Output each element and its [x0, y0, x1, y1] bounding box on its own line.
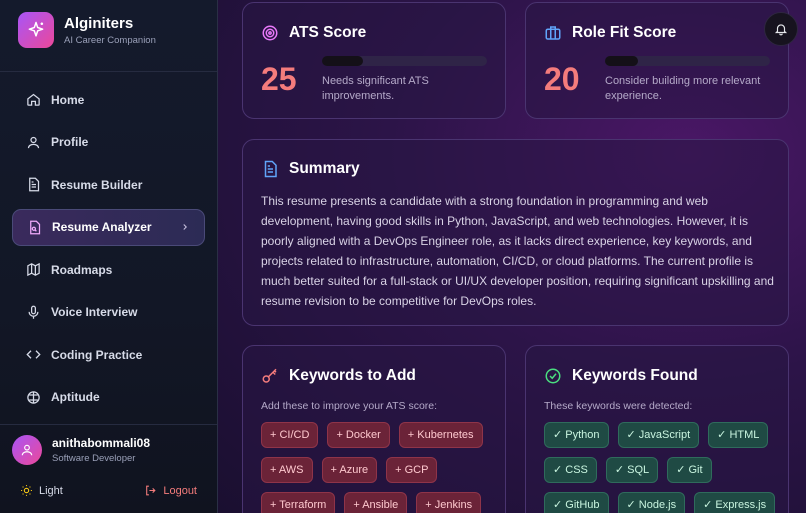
role-fit-progress-bar — [605, 56, 770, 66]
key-icon — [262, 368, 277, 383]
keyword-chip: ✓ Node.js — [617, 492, 686, 513]
sidebar-item-resume-analyzer[interactable]: Resume Analyzer — [12, 208, 205, 246]
briefcase-icon — [545, 26, 561, 40]
ats-progress-fill — [322, 56, 364, 66]
user-icon — [25, 134, 41, 150]
theme-toggle-button[interactable]: Light — [20, 484, 63, 497]
logout-button[interactable]: Logout — [144, 484, 197, 497]
sidebar: Alginiters AI Career Companion Home Prof… — [0, 0, 218, 513]
card-title: Role Fit Score — [544, 24, 676, 42]
sidebar-item-label: Roadmaps — [51, 262, 113, 277]
brain-icon — [25, 389, 41, 405]
target-icon — [262, 25, 278, 41]
brand[interactable]: Alginiters AI Career Companion — [18, 12, 156, 48]
ats-score-card: ATS Score 25 Needs significant ATS impro… — [242, 2, 506, 119]
sparkles-icon — [18, 12, 54, 48]
sidebar-item-label: Coding Practice — [51, 347, 143, 362]
keywords-to-add-card: Keywords to Add Add these to improve you… — [242, 345, 506, 513]
sidebar-item-coding-practice[interactable]: Coding Practice — [12, 336, 205, 373]
map-icon — [25, 262, 41, 278]
keyword-chip[interactable]: + Docker — [327, 422, 390, 448]
keywords-found-card: Keywords Found These keywords were detec… — [525, 345, 789, 513]
keyword-chip: ✓ HTML — [708, 422, 769, 448]
ats-progress-bar — [322, 56, 487, 66]
ats-score-value: 25 — [261, 61, 297, 97]
card-title: Keywords to Add — [261, 367, 416, 385]
keywords-add-title: Keywords to Add — [289, 367, 416, 384]
sidebar-item-profile[interactable]: Profile — [12, 124, 205, 161]
role-fit-description: Consider building more relevant experien… — [605, 75, 761, 102]
file-search-icon — [26, 219, 42, 235]
sidebar-item-aptitude[interactable]: Aptitude — [12, 379, 205, 416]
keyword-chip[interactable]: + Terraform — [261, 492, 336, 513]
document-icon — [25, 177, 41, 193]
keyword-chip: ✓ Git — [667, 457, 712, 483]
theme-label: Light — [39, 484, 63, 497]
sidebar-nav: Home Profile Resume Builder Resume Analy… — [12, 81, 205, 421]
sidebar-item-resume-builder[interactable]: Resume Builder — [12, 166, 205, 203]
keyword-chip: ✓ CSS — [544, 457, 597, 483]
card-title: ATS Score — [261, 24, 366, 42]
brand-subtitle: AI Career Companion — [64, 34, 156, 46]
keyword-chip[interactable]: + GCP — [386, 457, 438, 483]
keyword-chip[interactable]: + AWS — [261, 457, 313, 483]
keyword-chip[interactable]: + CI/CD — [261, 422, 319, 448]
keyword-chip[interactable]: + Jenkins — [416, 492, 482, 513]
keywords-found-list: ✓ Python ✓ JavaScript ✓ HTML ✓ CSS ✓ SQL… — [544, 422, 779, 513]
home-icon — [25, 92, 41, 108]
divider — [0, 424, 217, 425]
keyword-chip: ✓ SQL — [605, 457, 659, 483]
role-fit-progress-fill — [605, 56, 638, 66]
keyword-chip[interactable]: + Ansible — [344, 492, 408, 513]
microphone-icon — [25, 304, 41, 320]
ats-title: ATS Score — [289, 24, 367, 41]
document-icon — [264, 160, 277, 178]
sidebar-footer: Light Logout — [20, 484, 197, 497]
sidebar-item-label: Voice Interview — [51, 305, 138, 319]
keyword-chip[interactable]: + Azure — [321, 457, 378, 483]
keyword-chip: ✓ JavaScript — [617, 422, 700, 448]
check-circle-icon — [545, 368, 561, 384]
chevron-right-icon — [180, 221, 190, 236]
ats-description: Needs significant ATS improvements. — [322, 75, 429, 102]
summary-title: Summary — [289, 160, 360, 177]
brand-name: Alginiters — [64, 14, 134, 32]
keyword-chip: ✓ GitHub — [544, 492, 609, 513]
card-title: Keywords Found — [544, 367, 698, 385]
sidebar-item-label: Profile — [51, 135, 89, 149]
sun-icon — [21, 485, 32, 496]
keywords-found-title: Keywords Found — [572, 367, 698, 384]
role-fit-title: Role Fit Score — [572, 24, 677, 41]
summary-card: Summary This resume presents a candidate… — [242, 139, 789, 326]
sidebar-item-roadmaps[interactable]: Roadmaps — [12, 251, 205, 288]
sidebar-item-voice-interview[interactable]: Voice Interview — [12, 294, 205, 331]
main-content: ATS Score 25 Needs significant ATS impro… — [218, 0, 806, 513]
keywords-add-subtitle: Add these to improve your ATS score: — [261, 400, 438, 412]
keyword-chip: ✓ Python — [544, 422, 609, 448]
avatar — [12, 435, 42, 465]
role-fit-score-card: Role Fit Score 20 Consider building more… — [525, 2, 789, 119]
role-fit-score-value: 20 — [544, 61, 580, 97]
sidebar-item-label: Resume Analyzer — [52, 220, 152, 234]
divider — [0, 71, 217, 72]
logout-label: Logout — [163, 484, 197, 497]
keyword-chip: ✓ Express.js — [694, 492, 776, 513]
user-name: anithabommali08 — [52, 436, 151, 450]
sidebar-item-label: Resume Builder — [51, 177, 143, 192]
keyword-chip[interactable]: + Kubernetes — [398, 422, 483, 448]
logout-icon — [146, 485, 156, 496]
summary-text: This resume presents a candidate with a … — [261, 194, 774, 308]
bell-icon — [774, 24, 788, 36]
keywords-found-subtitle: These keywords were detected: — [544, 400, 693, 412]
user-role: Software Developer — [52, 453, 136, 464]
card-title: Summary — [261, 160, 360, 178]
sidebar-item-label: Home — [51, 92, 85, 107]
code-icon — [25, 347, 41, 363]
notifications-button[interactable] — [764, 12, 798, 46]
keywords-add-list: + CI/CD + Docker + Kubernetes + AWS + Az… — [261, 422, 496, 513]
sidebar-item-home[interactable]: Home — [12, 81, 205, 118]
sidebar-item-label: Aptitude — [51, 390, 100, 404]
user-profile[interactable]: anithabommali08 Software Developer — [12, 435, 150, 465]
